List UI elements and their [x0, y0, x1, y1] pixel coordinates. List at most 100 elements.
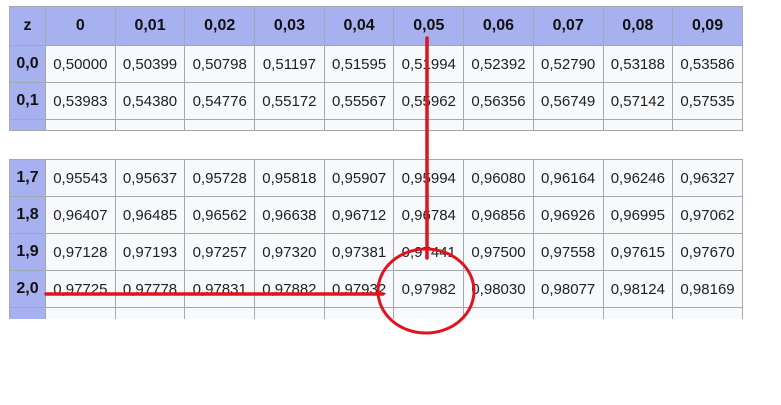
table-cell: 0,97257 [184, 233, 256, 271]
table-cell: 0,55962 [393, 82, 465, 120]
table-cell: 0,56749 [532, 82, 604, 120]
table-cell: 0,95728 [184, 159, 256, 197]
table-cell: 0,98169 [672, 270, 743, 308]
table-cell: 0,57142 [602, 82, 674, 120]
table-cell [463, 307, 534, 319]
column-header: 0,08 [602, 6, 674, 46]
table-cell: 0,96327 [672, 159, 743, 197]
table-row: 1,9 0,97128 0,97193 0,97257 0,97320 0,97… [9, 233, 743, 271]
table-cell: 0,97320 [254, 233, 325, 271]
table-gap [9, 130, 743, 160]
table-cell: 0,95818 [254, 159, 325, 197]
table-cell: 0,57535 [672, 82, 743, 120]
table-row: 0,0 0,50000 0,50399 0,50798 0,51197 0,51… [9, 45, 743, 83]
column-header: 0 [45, 6, 116, 46]
table-cell: 0,97558 [532, 233, 604, 271]
table-cell [184, 307, 256, 319]
table-cell [463, 119, 534, 131]
z-row-label [9, 307, 46, 319]
table-cell: 0,97381 [323, 233, 395, 271]
column-header: 0,06 [463, 6, 534, 46]
table-cell: 0,53586 [672, 45, 743, 83]
table-cell [532, 307, 604, 319]
table-cell: 0,96712 [323, 196, 395, 234]
column-header: 0,03 [254, 6, 325, 46]
table-cell: 0,96784 [393, 196, 465, 234]
z-row-label: 1,8 [9, 196, 46, 234]
table-cell: 0,53188 [602, 45, 674, 83]
z-row-label: 0,0 [9, 45, 46, 83]
table-cell: 0,51197 [254, 45, 325, 83]
table-cell: 0,96164 [532, 159, 604, 197]
table-cell: 0,52790 [532, 45, 604, 83]
table-cell [45, 307, 116, 319]
column-header: 0,01 [114, 6, 186, 46]
table-cell: 0,97062 [672, 196, 743, 234]
column-header: 0,07 [532, 6, 604, 46]
table-cell [323, 119, 395, 131]
z-header: z [9, 6, 46, 46]
truncated-row [9, 119, 743, 131]
table-cell: 0,97500 [463, 233, 534, 271]
table-cell: 0,97831 [184, 270, 256, 308]
table-cell [184, 119, 256, 131]
table-cell: 0,51994 [393, 45, 465, 83]
table-cell [254, 307, 325, 319]
z-table: z 0 0,01 0,02 0,03 0,04 0,05 0,06 0,07 0… [9, 6, 743, 319]
truncated-row [9, 307, 743, 319]
table-cell: 0,54380 [114, 82, 186, 120]
table-cell: 0,50399 [114, 45, 186, 83]
table-cell [45, 119, 116, 131]
z-row-label: 1,9 [9, 233, 46, 271]
table-cell: 0,95637 [114, 159, 186, 197]
table-cell: 0,95907 [323, 159, 395, 197]
table-cell: 0,96638 [254, 196, 325, 234]
table-cell: 0,50798 [184, 45, 256, 83]
table-row: 2,0 0,97725 0,97778 0,97831 0,97882 0,97… [9, 270, 743, 308]
table-cell [323, 307, 395, 319]
table-cell [254, 119, 325, 131]
table-row: 1,8 0,96407 0,96485 0,96562 0,96638 0,96… [9, 196, 743, 234]
table-cell: 0,50000 [45, 45, 116, 83]
z-row-label: 0,1 [9, 82, 46, 120]
table-cell [672, 119, 743, 131]
column-header: 0,09 [672, 6, 743, 46]
table-cell: 0,97128 [45, 233, 116, 271]
table-cell: 0,95543 [45, 159, 116, 197]
z-row-label: 2,0 [9, 270, 46, 308]
table-cell [114, 119, 186, 131]
table-cell: 0,96995 [602, 196, 674, 234]
table-cell: 0,98077 [532, 270, 604, 308]
table-cell: 0,54776 [184, 82, 256, 120]
z-row-label: 1,7 [9, 159, 46, 197]
table-cell: 0,97725 [45, 270, 116, 308]
table-cell: 0,53983 [45, 82, 116, 120]
highlighted-cell: 0,97982 [393, 270, 465, 308]
table-cell: 0,97670 [672, 233, 743, 271]
table-cell: 0,97778 [114, 270, 186, 308]
table-cell: 0,98030 [463, 270, 534, 308]
table-cell: 0,96485 [114, 196, 186, 234]
table-cell: 0,96080 [463, 159, 534, 197]
table-cell [114, 307, 186, 319]
table-cell: 0,96562 [184, 196, 256, 234]
table-cell: 0,96856 [463, 196, 534, 234]
header-row: z 0 0,01 0,02 0,03 0,04 0,05 0,06 0,07 0… [9, 6, 743, 46]
table-cell: 0,95994 [393, 159, 465, 197]
table-cell: 0,56356 [463, 82, 534, 120]
table-cell: 0,97441 [393, 233, 465, 271]
table-cell [672, 307, 743, 319]
table-cell [393, 119, 465, 131]
table-cell [532, 119, 604, 131]
table-cell: 0,97193 [114, 233, 186, 271]
column-header: 0,05 [393, 6, 465, 46]
table-cell [602, 307, 674, 319]
table-cell: 0,97615 [602, 233, 674, 271]
table-cell: 0,51595 [323, 45, 395, 83]
z-row-label [9, 119, 46, 131]
table-cell [602, 119, 674, 131]
table-cell: 0,97932 [323, 270, 395, 308]
table-cell: 0,97882 [254, 270, 325, 308]
table-cell [393, 307, 465, 319]
table-row: 0,1 0,53983 0,54380 0,54776 0,55172 0,55… [9, 82, 743, 120]
